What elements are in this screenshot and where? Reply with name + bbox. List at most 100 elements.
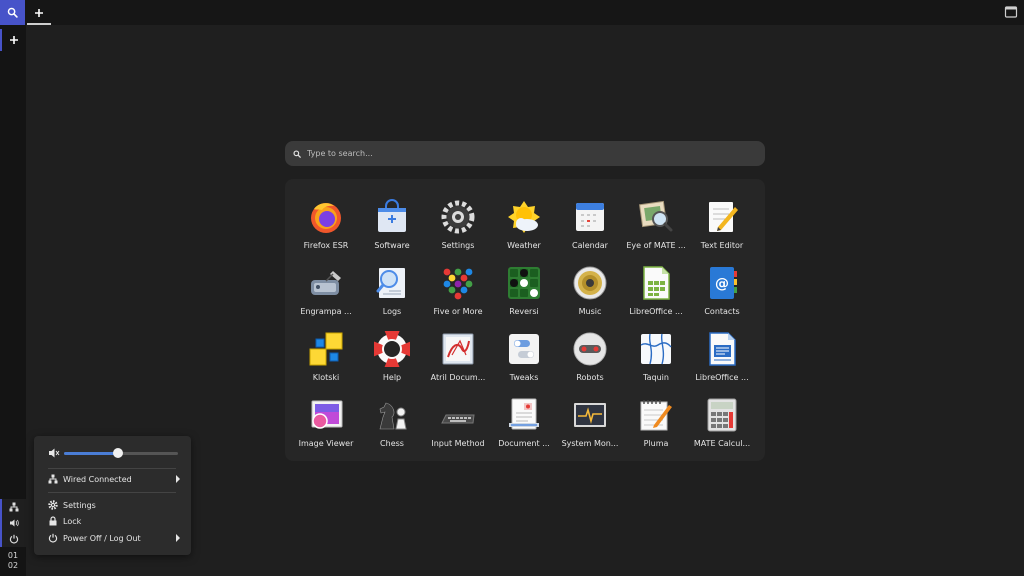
app-contacts[interactable]: @ Contacts	[689, 253, 755, 319]
taquin-puzzle-icon	[640, 333, 672, 365]
app-label: Tweaks	[509, 373, 539, 382]
five-or-more-icon	[443, 268, 473, 300]
app-label: Taquin	[643, 373, 669, 382]
app-label: Text Editor	[700, 241, 744, 250]
app-label: Input Method	[431, 439, 485, 448]
network-label: Wired Connected	[63, 474, 132, 484]
app-firefox[interactable]: Firefox ESR	[293, 187, 359, 253]
weather-sun-cloud-icon	[508, 201, 540, 233]
app-pluma[interactable]: Pluma	[623, 385, 689, 451]
app-settings[interactable]: Settings	[425, 187, 491, 253]
submenu-arrow-icon	[176, 534, 180, 542]
app-document-scanner[interactable]: Document ...	[491, 385, 557, 451]
app-klotski[interactable]: Klotski	[293, 319, 359, 385]
add-workspace-button[interactable]	[0, 29, 26, 51]
app-grid: Firefox ESR Software Settings Weather Ca…	[285, 179, 765, 461]
app-label: Engrampa ...	[300, 307, 352, 316]
app-label: Pluma	[643, 439, 669, 448]
app-label: Calendar	[572, 241, 608, 250]
app-label: Help	[382, 373, 402, 382]
search-bar[interactable]	[285, 141, 765, 166]
speaker-icon	[10, 519, 19, 527]
app-label: Klotski	[312, 373, 340, 382]
system-menu-popup: Wired Connected Settings Lock Power Off …	[34, 436, 191, 555]
app-label: Document ...	[498, 439, 550, 448]
app-software[interactable]: Software	[359, 187, 425, 253]
search-icon	[7, 7, 18, 18]
app-chess[interactable]: Chess	[359, 385, 425, 451]
app-robots[interactable]: Robots	[557, 319, 623, 385]
app-label: Weather	[507, 241, 541, 250]
power-menu-item[interactable]: Power Off / Log Out	[48, 530, 180, 546]
chess-icon	[379, 402, 407, 430]
reversi-icon	[508, 267, 540, 299]
app-label: Eye of MATE ...	[626, 241, 686, 250]
app-label: Chess	[380, 439, 404, 448]
desktop: 01 02 Firefox ESR Software Settings	[0, 0, 1024, 576]
app-label: Reversi	[509, 307, 539, 316]
lock-icon	[49, 516, 57, 526]
volume-tray-button[interactable]	[0, 515, 26, 531]
app-calendar[interactable]: Calendar	[557, 187, 623, 253]
volume-slider-handle[interactable]	[113, 448, 123, 458]
top-panel	[0, 0, 1024, 25]
divider	[48, 468, 176, 469]
settings-menu-item[interactable]: Settings	[48, 497, 180, 513]
new-tab-button[interactable]	[27, 0, 51, 25]
app-label: Settings	[441, 241, 475, 250]
image-viewer-magnifier-icon	[639, 200, 673, 232]
app-engrampa[interactable]: Engrampa ...	[293, 253, 359, 319]
clock[interactable]: 01 02	[0, 551, 26, 571]
app-libreoffice-calc[interactable]: LibreOffice ...	[623, 253, 689, 319]
power-label: Power Off / Log Out	[63, 533, 141, 543]
search-icon	[293, 149, 301, 158]
app-eye-of-mate[interactable]: Eye of MATE ...	[623, 187, 689, 253]
left-panel: 01 02	[0, 25, 26, 576]
tweaks-toggle-icon	[509, 334, 539, 364]
app-five-or-more[interactable]: Five or More	[425, 253, 491, 319]
power-tray-button[interactable]	[0, 531, 26, 547]
app-system-monitor[interactable]: System Mon...	[557, 385, 623, 451]
app-libreoffice-writer[interactable]: LibreOffice ...	[689, 319, 755, 385]
libreoffice-calc-icon	[643, 266, 670, 300]
app-label: System Mon...	[561, 439, 619, 448]
app-image-viewer[interactable]: Image Viewer	[293, 385, 359, 451]
active-tab-indicator	[27, 23, 51, 25]
app-label: Five or More	[433, 307, 483, 316]
firefox-icon	[311, 203, 341, 233]
lock-label: Lock	[63, 516, 82, 526]
image-viewer-icon	[311, 400, 343, 429]
clock-minute: 02	[7, 561, 19, 570]
text-editor-icon	[709, 202, 738, 232]
app-mate-calculator[interactable]: MATE Calcul...	[689, 385, 755, 451]
app-logs[interactable]: Logs	[359, 253, 425, 319]
calculator-icon	[707, 398, 737, 432]
network-menu-item[interactable]: Wired Connected	[48, 471, 180, 487]
app-taquin[interactable]: Taquin	[623, 319, 689, 385]
network-tray-button[interactable]	[0, 499, 26, 515]
search-input[interactable]	[307, 149, 747, 158]
app-label: Music	[578, 307, 602, 316]
app-label: Contacts	[704, 307, 740, 316]
app-input-method[interactable]: Input Method	[425, 385, 491, 451]
app-label: Firefox ESR	[303, 241, 349, 250]
app-weather[interactable]: Weather	[491, 187, 557, 253]
window-icon[interactable]	[1004, 5, 1018, 19]
settings-label: Settings	[63, 500, 96, 510]
app-help[interactable]: Help	[359, 319, 425, 385]
lock-menu-item[interactable]: Lock	[48, 513, 180, 529]
app-label: Software	[374, 241, 410, 250]
app-atril[interactable]: Atril Docum...	[425, 319, 491, 385]
app-label: Logs	[382, 307, 402, 316]
svg-text:@: @	[715, 276, 729, 292]
app-reversi[interactable]: Reversi	[491, 253, 557, 319]
app-music[interactable]: Music	[557, 253, 623, 319]
archive-icon	[311, 271, 341, 295]
app-tweaks[interactable]: Tweaks	[491, 319, 557, 385]
app-label: Atril Docum...	[430, 373, 486, 382]
app-label: Image Viewer	[298, 439, 354, 448]
app-text-editor[interactable]: Text Editor	[689, 187, 755, 253]
plus-icon	[10, 36, 18, 44]
robot-icon	[573, 332, 607, 366]
search-button[interactable]	[0, 0, 25, 25]
